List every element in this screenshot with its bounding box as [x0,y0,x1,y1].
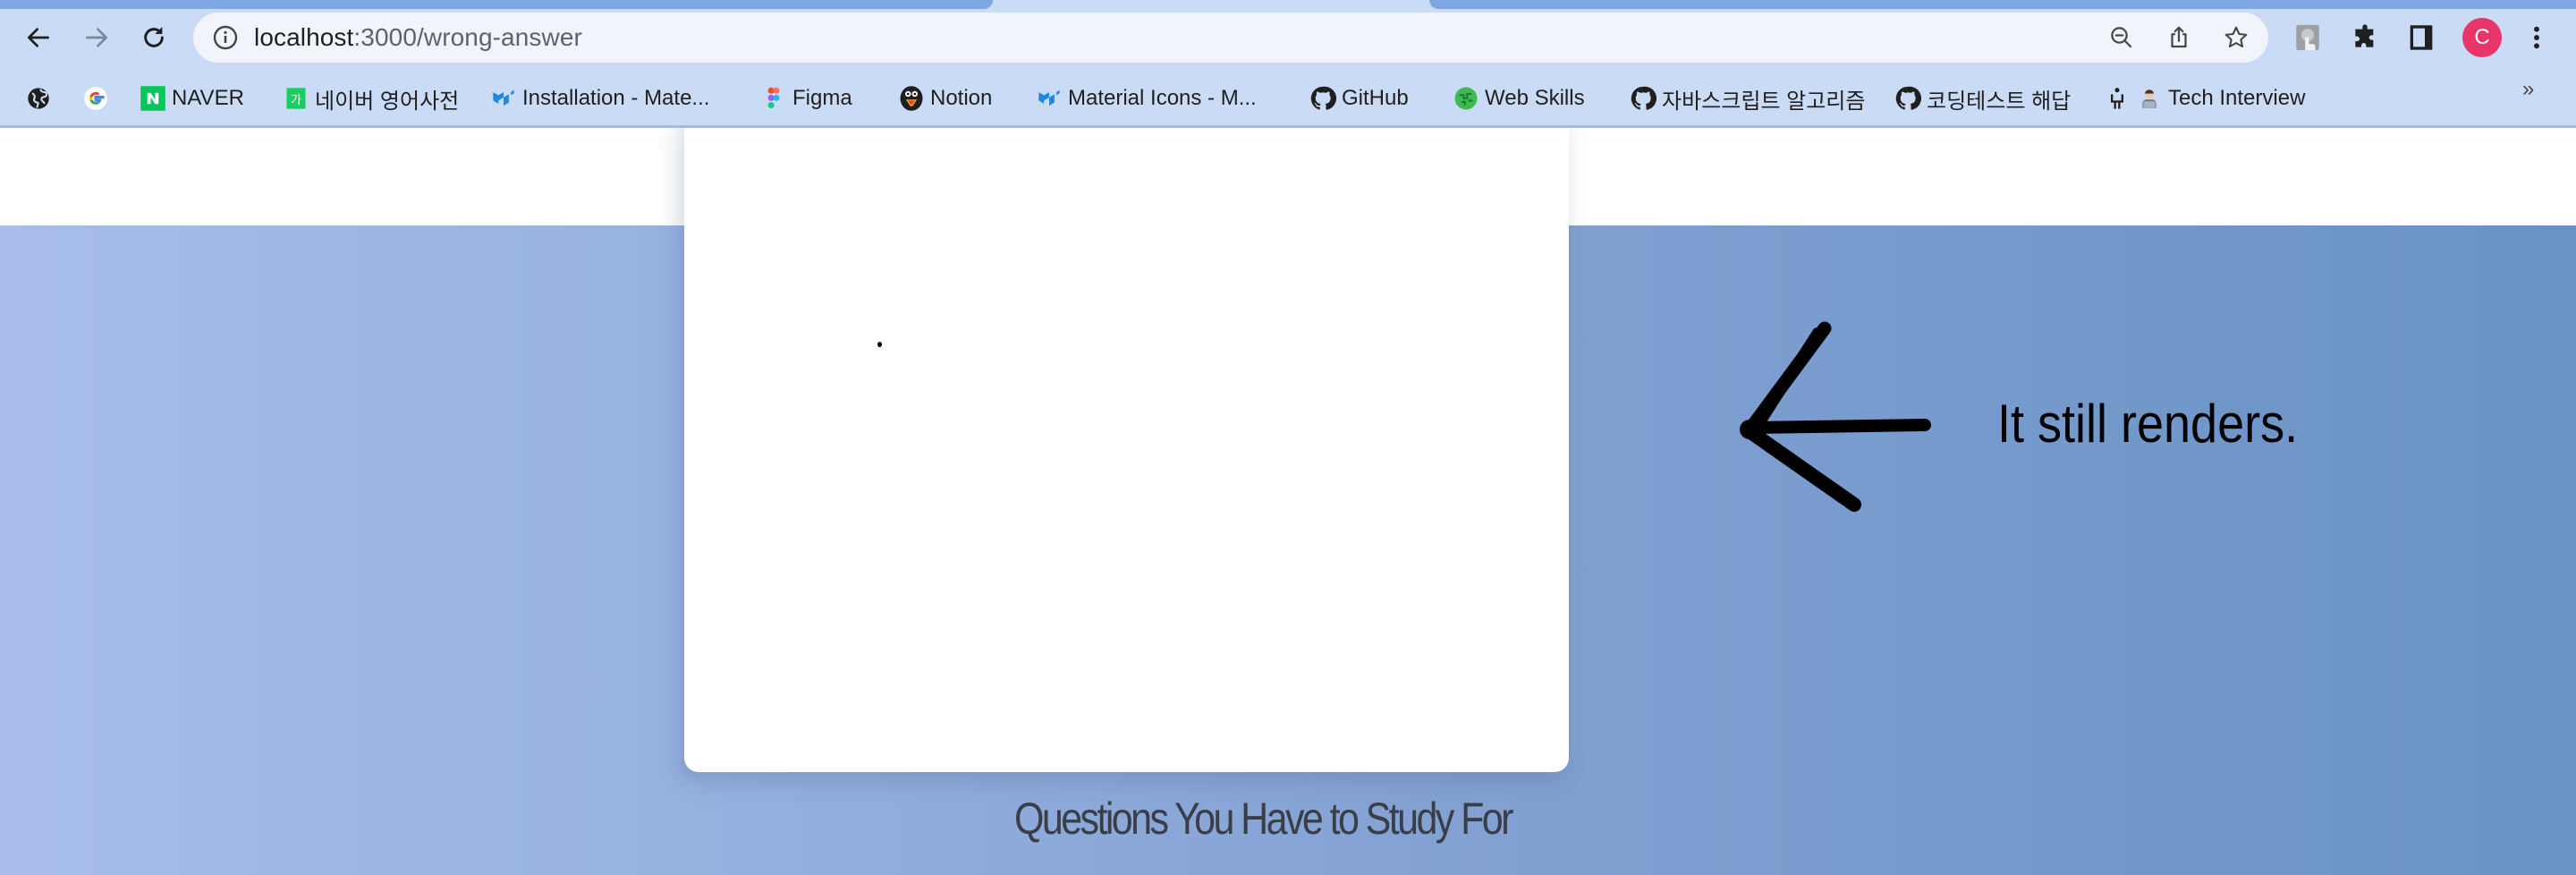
svg-text:가: 가 [291,94,301,107]
content-card [684,128,1569,772]
bookmark-naver-dictionary[interactable]: 가 네이버 영어사전 [283,81,459,116]
mui-icon [490,85,517,112]
annotation-text: It still renders. [1997,394,2299,454]
figma-icon [760,85,787,112]
web-skills-icon [1453,85,1479,112]
bookmark-star-button[interactable] [2222,23,2250,52]
browser-menu-button[interactable] [2519,20,2555,55]
notion-penguin-icon [898,85,925,112]
url-host: localhost [254,23,354,51]
bookmark-label: 자바스크립트 알고리즘 [1662,89,1866,114]
rendered-dot [877,342,882,347]
info-icon[interactable] [211,23,240,52]
back-button[interactable] [17,18,60,57]
bookmark-label: Tech Interview [2168,86,2306,110]
bookmark-github[interactable]: GitHub [1309,81,1409,116]
extension-thumb-icon [2296,24,2319,51]
bookmark-tech-interview[interactable]: Tech Interview [2104,81,2305,116]
puzzle-icon [2355,24,2374,47]
url-path: :3000/wrong-answer [353,23,582,51]
bookmark-web-skills[interactable]: Web Skills [1453,81,1585,116]
kebab-menu-icon [2534,26,2539,49]
github-icon [1309,85,1336,112]
globe-icon [25,85,52,112]
bookmark-label: Web Skills [1485,86,1585,110]
reload-button[interactable] [132,18,175,57]
side-panel-button[interactable] [2403,20,2439,55]
bookmark-material-icons[interactable]: Material Icons - M... [1036,81,1257,116]
profile-avatar[interactable]: C [2462,18,2502,57]
zoom-button[interactable] [2107,23,2136,52]
bookmark-label: NAVER [172,86,244,110]
reload-icon [144,27,164,47]
arrow-right-icon [86,28,107,47]
share-icon [2171,26,2187,48]
zoom-out-icon [2111,27,2132,48]
bookmark-google[interactable] [82,81,114,116]
section-title: Questions You Have to Study For [1014,794,1513,844]
arrow-left-icon [28,28,49,47]
mui-icon [1036,85,1063,112]
naver-icon [140,85,166,112]
naver-dictionary-icon: 가 [283,85,309,112]
bookmark-label: 네이버 영어사전 [315,89,460,114]
bookmark-label: Figma [792,86,852,110]
address-bar[interactable]: localhost:3000/wrong-answer [193,13,2268,63]
tab-inactive[interactable] [1429,0,2576,9]
url-text[interactable]: localhost:3000/wrong-answer [254,23,582,52]
page-viewport: It still renders. Questions You Have to … [0,128,2576,875]
bookmark-label: Material Icons - M... [1068,86,1257,110]
extension-button[interactable] [2290,20,2326,55]
star-icon [2224,26,2248,48]
extensions-button[interactable] [2347,20,2383,55]
bookmark-coding-test-solutions[interactable]: 코딩테스트 해답 [1894,81,2071,116]
share-button[interactable] [2165,23,2193,52]
tab-strip [0,0,2576,13]
google-icon [82,85,109,112]
bookmark-label: 코딩테스트 해답 [1927,89,2072,114]
bookmarks-overflow-button[interactable]: » [2522,77,2534,102]
bookmark-figma[interactable]: Figma [760,81,852,116]
bookmark-notion[interactable]: Notion [898,81,992,116]
bookmarks-bar: NAVER 가 네이버 영어사전 Installation - Mate... … [0,72,2576,125]
github-icon [1630,85,1657,112]
github-icon [1894,85,1921,112]
bookmark-mui-installation[interactable]: Installation - Mate... [490,81,709,116]
bookmark-label: GitHub [1342,86,1409,110]
technologist-emoji-icon [2136,85,2163,112]
bookmark-label: Installation - Mate... [522,86,710,110]
bookmark-globe[interactable] [25,81,57,116]
person-desk-icon [2104,85,2131,112]
bookmark-javascript-algorithms[interactable]: 자바스크립트 알고리즘 [1630,81,1865,116]
tab-inactive[interactable] [0,0,993,9]
side-panel-icon [2410,25,2433,50]
browser-chrome: localhost:3000/wrong-answer C NAVER 가 네이… [0,0,2576,128]
annotation-arrow-icon [1740,321,1931,512]
bookmark-naver[interactable]: NAVER [140,81,244,116]
forward-button[interactable] [75,18,118,57]
bookmark-label: Notion [930,86,993,110]
